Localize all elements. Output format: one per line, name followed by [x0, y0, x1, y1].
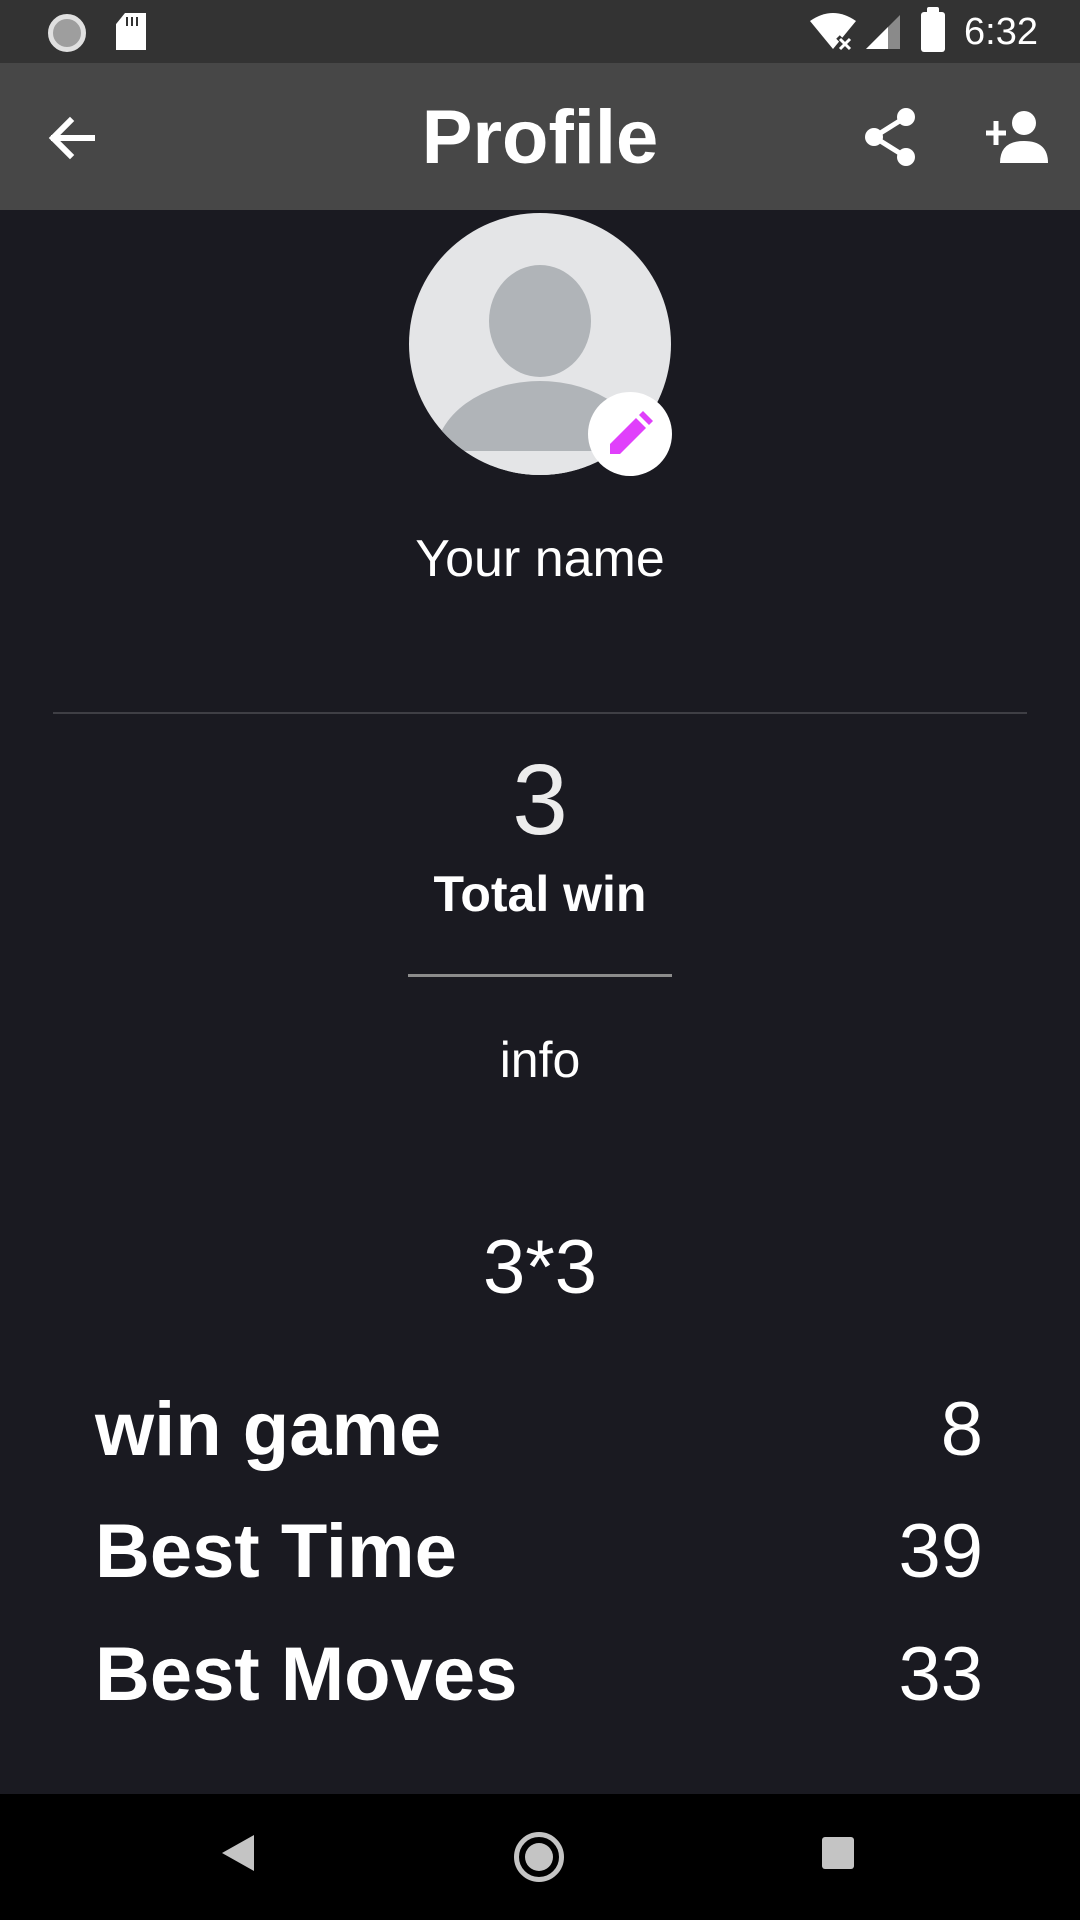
stat-row-win-game: win game 8 — [95, 1385, 983, 1475]
page-title: Profile — [421, 95, 659, 180]
stat-label: Best Time — [95, 1509, 457, 1594]
total-win-count: 3 — [512, 744, 568, 856]
wifi-off-icon — [810, 13, 856, 51]
divider — [53, 712, 1027, 714]
share-icon[interactable] — [862, 107, 918, 167]
stat-value: 8 — [940, 1387, 983, 1472]
status-bar: 6:32 — [0, 0, 1080, 63]
stat-row-best-moves: Best Moves 33 — [95, 1630, 983, 1720]
add-friend-icon[interactable] — [986, 111, 1048, 163]
stat-label: Best Moves — [95, 1632, 518, 1717]
edit-avatar-button[interactable] — [588, 392, 672, 476]
status-clock: 6:32 — [964, 11, 1038, 53]
divider-short — [408, 974, 672, 977]
app-bar: Profile — [0, 63, 1080, 210]
pencil-icon — [610, 411, 653, 454]
stat-value: 39 — [898, 1509, 983, 1594]
navigation-bar — [0, 1794, 1080, 1920]
total-win-label: Total win — [433, 866, 647, 922]
user-name[interactable]: Your name — [0, 528, 1080, 590]
stat-value: 33 — [898, 1632, 983, 1717]
nav-back-icon[interactable] — [222, 1835, 254, 1871]
grid-size-heading: 3*3 — [482, 1225, 598, 1310]
sd-card-icon — [116, 13, 146, 50]
nav-recents-icon[interactable] — [822, 1837, 854, 1869]
cell-signal-icon — [866, 15, 900, 49]
stat-label: win game — [95, 1387, 442, 1472]
sync-icon — [48, 14, 86, 52]
nav-home-icon[interactable] — [514, 1832, 564, 1882]
info-label: info — [499, 1032, 581, 1088]
avatar-head-placeholder — [489, 265, 591, 377]
battery-icon — [921, 7, 945, 52]
stat-row-best-time: Best Time 39 — [95, 1507, 983, 1597]
